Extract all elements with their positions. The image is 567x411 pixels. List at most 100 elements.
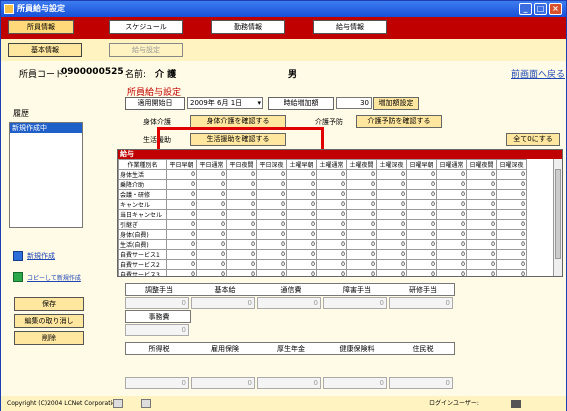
rate-cell[interactable]: 0 xyxy=(376,229,407,240)
grid-scrollbar[interactable] xyxy=(553,159,562,276)
rate-cell[interactable]: 0 xyxy=(196,249,227,260)
rate-cell[interactable]: 0 xyxy=(256,169,287,180)
rate-cell[interactable]: 0 xyxy=(346,209,377,220)
rate-cell[interactable]: 0 xyxy=(166,259,197,270)
rate-cell[interactable]: 0 xyxy=(406,219,437,230)
rate-cell[interactable]: 0 xyxy=(166,209,197,220)
deduction-value[interactable]: 0 xyxy=(323,377,387,389)
hourly-increase-input[interactable]: 30 xyxy=(336,97,372,109)
rate-cell[interactable]: 0 xyxy=(436,249,467,260)
rate-cell[interactable]: 0 xyxy=(256,179,287,190)
rate-cell[interactable]: 0 xyxy=(316,179,347,190)
rate-cell[interactable]: 0 xyxy=(256,239,287,250)
rate-cell[interactable]: 0 xyxy=(286,259,317,270)
rate-cell[interactable]: 0 xyxy=(196,189,227,200)
rate-cell[interactable]: 0 xyxy=(406,229,437,240)
rate-cell[interactable]: 0 xyxy=(256,199,287,210)
rate-cell[interactable]: 0 xyxy=(286,239,317,250)
history-list[interactable]: 新規作成中 xyxy=(9,122,83,228)
rate-cell[interactable]: 0 xyxy=(496,229,527,240)
rate-cell[interactable]: 0 xyxy=(316,229,347,240)
rate-cell[interactable]: 0 xyxy=(436,179,467,190)
rate-cell[interactable]: 0 xyxy=(346,229,377,240)
rate-cell[interactable]: 0 xyxy=(166,229,197,240)
rate-cell[interactable]: 0 xyxy=(376,179,407,190)
rate-cell[interactable]: 0 xyxy=(376,199,407,210)
back-link[interactable]: 前画面へ戻る xyxy=(511,67,565,80)
rate-cell[interactable]: 0 xyxy=(196,199,227,210)
rate-cell[interactable]: 0 xyxy=(436,189,467,200)
rate-cell[interactable]: 0 xyxy=(496,179,527,190)
rate-cell[interactable]: 0 xyxy=(256,259,287,270)
scroll-thumb[interactable] xyxy=(555,169,561,259)
delete-button[interactable]: 削除 xyxy=(14,331,84,345)
rate-cell[interactable]: 0 xyxy=(166,269,197,276)
rate-cell[interactable]: 0 xyxy=(226,269,257,276)
copy-create-link[interactable]: コピーして新規作成 xyxy=(27,273,81,282)
rate-cell[interactable]: 0 xyxy=(166,199,197,210)
rate-cell[interactable]: 0 xyxy=(496,269,527,276)
rate-cell[interactable]: 0 xyxy=(346,179,377,190)
rate-cell[interactable]: 0 xyxy=(406,209,437,220)
rate-cell[interactable]: 0 xyxy=(406,269,437,276)
rate-cell[interactable]: 0 xyxy=(376,169,407,180)
rate-cell[interactable]: 0 xyxy=(436,259,467,270)
set-increase-button[interactable]: 増加額設定 xyxy=(373,97,419,110)
rate-cell[interactable]: 0 xyxy=(166,239,197,250)
rate-cell[interactable]: 0 xyxy=(376,219,407,230)
rate-cell[interactable]: 0 xyxy=(406,199,437,210)
rate-cell[interactable]: 0 xyxy=(496,259,527,270)
tab-work-info[interactable]: 勤務情報 xyxy=(211,20,285,34)
rate-cell[interactable]: 0 xyxy=(286,229,317,240)
rate-cell[interactable]: 0 xyxy=(496,219,527,230)
rate-cell[interactable]: 0 xyxy=(196,169,227,180)
rate-cell[interactable]: 0 xyxy=(436,269,467,276)
rate-cell[interactable]: 0 xyxy=(166,219,197,230)
rate-cell[interactable]: 0 xyxy=(466,219,497,230)
rate-cell[interactable]: 0 xyxy=(376,209,407,220)
deduction-value[interactable]: 0 xyxy=(125,377,189,389)
rate-cell[interactable]: 0 xyxy=(316,189,347,200)
deduction-value[interactable]: 0 xyxy=(389,377,453,389)
rate-cell[interactable]: 0 xyxy=(376,189,407,200)
allowance-value[interactable]: 0 xyxy=(389,297,453,309)
rate-cell[interactable]: 0 xyxy=(436,239,467,250)
rate-cell[interactable]: 0 xyxy=(436,229,467,240)
minimize-icon[interactable]: _ xyxy=(519,3,532,15)
rate-cell[interactable]: 0 xyxy=(496,239,527,250)
rate-cell[interactable]: 0 xyxy=(256,249,287,260)
rate-cell[interactable]: 0 xyxy=(256,189,287,200)
rate-cell[interactable]: 0 xyxy=(256,219,287,230)
rate-cell[interactable]: 0 xyxy=(346,239,377,250)
rate-cell[interactable]: 0 xyxy=(436,199,467,210)
rate-cell[interactable]: 0 xyxy=(316,199,347,210)
rate-cell[interactable]: 0 xyxy=(496,169,527,180)
chevron-down-icon[interactable]: ▾ xyxy=(257,98,261,108)
rate-cell[interactable]: 0 xyxy=(406,239,437,250)
rate-cell[interactable]: 0 xyxy=(496,209,527,220)
rate-cell[interactable]: 0 xyxy=(406,179,437,190)
rate-cell[interactable]: 0 xyxy=(466,199,497,210)
rate-cell[interactable]: 0 xyxy=(436,219,467,230)
subtab-basic-info[interactable]: 基本情報 xyxy=(8,43,82,57)
rate-cell[interactable]: 0 xyxy=(196,239,227,250)
rate-cell[interactable]: 0 xyxy=(226,229,257,240)
rate-cell[interactable]: 0 xyxy=(406,189,437,200)
rate-cell[interactable]: 0 xyxy=(406,249,437,260)
rate-cell[interactable]: 0 xyxy=(316,249,347,260)
rate-cell[interactable]: 0 xyxy=(406,259,437,270)
rate-cell[interactable]: 0 xyxy=(496,199,527,210)
rate-cell[interactable]: 0 xyxy=(196,219,227,230)
rate-cell[interactable]: 0 xyxy=(406,169,437,180)
rate-cell[interactable]: 0 xyxy=(316,259,347,270)
rate-cell[interactable]: 0 xyxy=(286,209,317,220)
rate-cell[interactable]: 0 xyxy=(346,169,377,180)
allowance-value[interactable]: 0 xyxy=(125,297,189,309)
start-date-picker[interactable]: 2009年 6月 1日 ▾ xyxy=(187,97,263,109)
rate-cell[interactable]: 0 xyxy=(286,219,317,230)
deduction-value[interactable]: 0 xyxy=(191,377,255,389)
rate-cell[interactable]: 0 xyxy=(376,239,407,250)
rate-cell[interactable]: 0 xyxy=(466,179,497,190)
rate-cell[interactable]: 0 xyxy=(166,249,197,260)
rate-cell[interactable]: 0 xyxy=(226,209,257,220)
